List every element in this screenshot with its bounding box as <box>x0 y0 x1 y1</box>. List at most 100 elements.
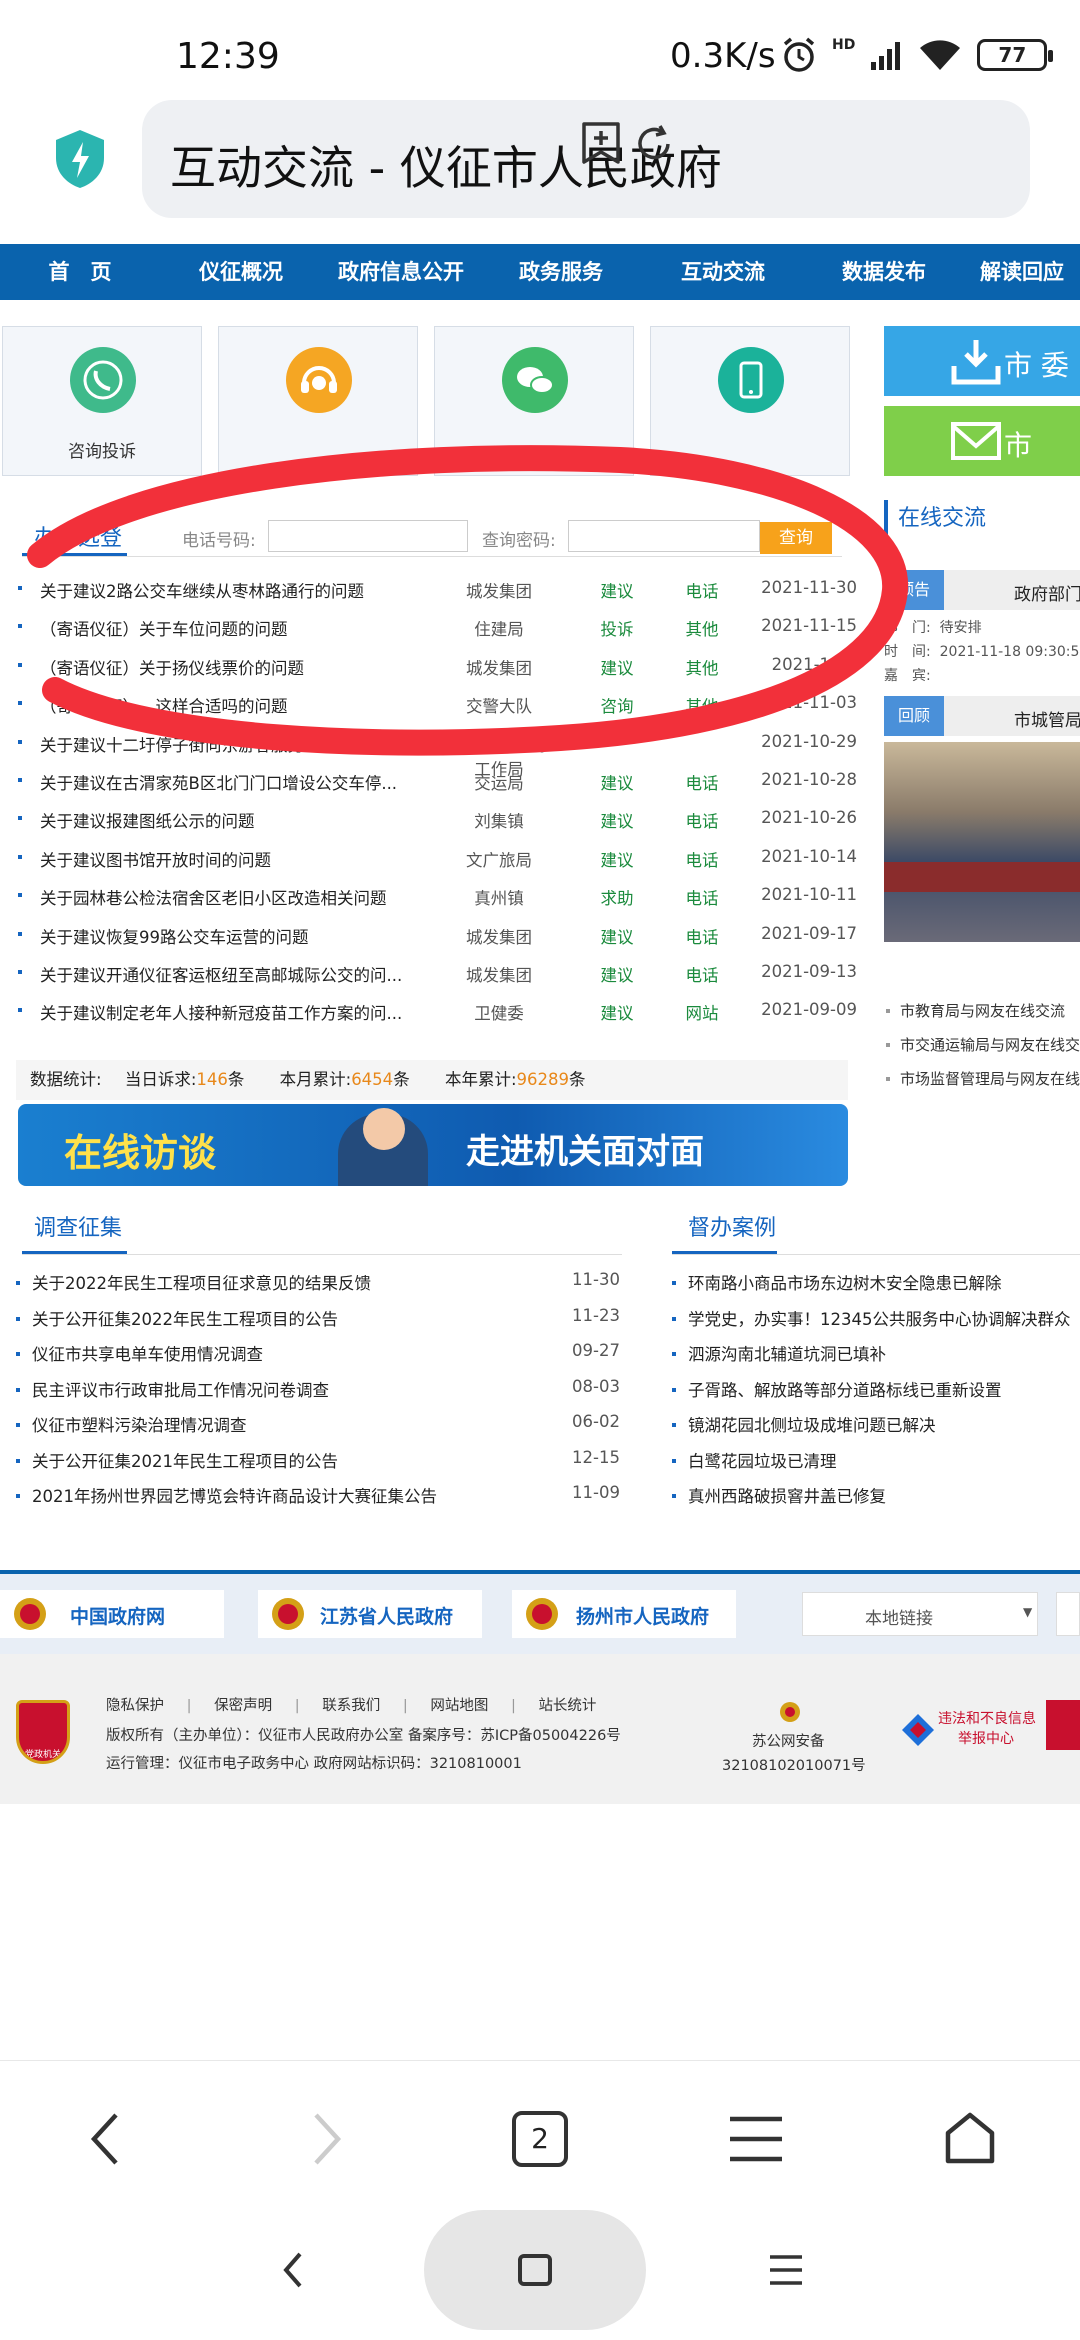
address-bar[interactable]: 互动交流 - 仪征市人民政府 <box>142 100 1030 218</box>
row-date: 2021-10-28 <box>761 770 857 789</box>
link-china-gov[interactable]: 中国政府网 <box>0 1590 224 1638</box>
privacy-link[interactable]: 隐私保护 <box>106 1698 164 1714</box>
confidentiality-link[interactable]: 保密声明 <box>214 1698 272 1714</box>
row-channel: 电话 <box>685 812 719 832</box>
system-back-icon[interactable] <box>282 2250 304 2290</box>
list-item[interactable]: 市教育局与网友在线交流 <box>886 1000 1065 1021</box>
table-row[interactable]: 关于建议报建图纸公示的问题 刘集镇 建议 电话 2021-10-26 <box>12 808 857 846</box>
list-item[interactable]: 泗源沟南北辅道坑洞已填补 <box>672 1341 1080 1365</box>
table-row[interactable]: 关于建议制定老年人接种新冠疫苗工作方案的问... 卫健委 建议 网站 2021-09-0… <box>12 1000 857 1038</box>
back-icon[interactable] <box>88 2111 124 2167</box>
other-links-select[interactable] <box>1056 1592 1080 1636</box>
nav-interpretation[interactable]: 解读回应 <box>964 244 1080 300</box>
table-row[interactable]: 关于园林巷公检法宿舍区老旧小区改造相关问题 真州镇 求助 电话 2021-10-11 <box>12 885 857 923</box>
sitemap-link[interactable]: 网站地图 <box>430 1698 488 1714</box>
police-record-number[interactable]: 32108102010071号 <box>722 1754 866 1775</box>
row-title[interactable]: 关于建议图书馆开放时间的问题 <box>40 847 440 871</box>
survey-section-title[interactable]: 调查征集 <box>34 1210 122 1242</box>
online-interview-banner[interactable]: 在线访谈 走进机关面对面 <box>18 1104 848 1186</box>
list-item[interactable]: 关于2022年民生工程项目征求意见的结果反馈 <box>16 1270 371 1294</box>
operations-text: 运行管理：仪征市电子政务中心 政府网站标识码：3210810001 <box>106 1756 522 1772</box>
list-item[interactable]: 镜湖花园北侧垃圾成堆问题已解决 <box>672 1412 1080 1436</box>
row-title[interactable]: 关于建议在古渭家苑B区北门门口增设公交车停... <box>40 770 440 794</box>
item-date: 09-27 <box>572 1341 620 1360</box>
row-dept: 交运局 <box>474 774 524 793</box>
system-menu-icon[interactable] <box>768 2254 804 2286</box>
table-row[interactable]: 关于建议图书馆开放时间的问题 文广旅局 建议 电话 2021-10-14 <box>12 847 857 885</box>
link-yangzhou-gov[interactable]: 扬州市人民政府 <box>512 1590 736 1638</box>
tabs-button[interactable]: 2 <box>512 2111 568 2167</box>
row-type: 建议 <box>600 774 634 793</box>
bullet <box>18 1008 22 1013</box>
nav-home[interactable]: 首 页 <box>0 244 160 300</box>
row-channel: 网站 <box>685 1004 719 1024</box>
list-item[interactable]: 市交通运输局与网友在线交 <box>886 1034 1080 1055</box>
bullet <box>18 854 22 859</box>
list-item[interactable]: 子胥路、解放路等部分道路标线已重新设置 <box>672 1377 1080 1401</box>
survey-title-text: 调查征集 <box>34 1216 123 1241</box>
row-title[interactable]: 关于建议恢复99路公交车运营的问题 <box>40 924 440 948</box>
nav-overview[interactable]: 仪征概况 <box>160 244 322 300</box>
police-badge-icon <box>780 1702 800 1722</box>
mail-icon <box>951 422 1001 460</box>
local-links-select[interactable]: 本地链接 ▼ <box>802 1592 1038 1636</box>
refresh-icon[interactable] <box>632 122 676 166</box>
row-title[interactable]: 关于建议报建图纸公示的问题 <box>40 808 440 832</box>
row-type: 建议 <box>600 850 634 870</box>
cases-section-title[interactable]: 督办案例 <box>688 1210 776 1242</box>
separator: | <box>294 1698 300 1714</box>
today-count: 146 <box>196 1070 228 1089</box>
party-gov-badge[interactable]: 党政机关 <box>16 1700 70 1764</box>
system-home-pill[interactable] <box>424 2210 646 2330</box>
photo-desk <box>884 862 1080 892</box>
nav-interaction[interactable]: 互动交流 <box>642 244 804 300</box>
link-text: 江苏省人民政府 <box>320 1606 454 1628</box>
dept-value: 待安排 <box>939 620 982 636</box>
item-text: 2021年扬州世界园艺博览会特许商品设计大赛征集公告 <box>32 1487 437 1506</box>
row-dept: 刘集镇 <box>474 812 524 832</box>
police-record-label[interactable]: 苏公网安备 <box>752 1730 825 1751</box>
add-bookmark-icon[interactable] <box>580 120 622 166</box>
table-row[interactable]: 关于建议开通仪征客运枢纽至高邮城际公交的问... 城发集团 建议 电话 2021-09-… <box>12 962 857 1000</box>
row-title[interactable]: 关于建议制定老年人接种新冠疫苗工作方案的问... <box>40 1000 440 1024</box>
nav-services[interactable]: 政务服务 <box>480 244 642 300</box>
table-row[interactable]: 关于建议恢复99路公交车运营的问题 城发集团 建议 电话 2021-09-17 <box>12 924 857 962</box>
menu-icon[interactable] <box>728 2115 784 2163</box>
list-item[interactable]: 白鹭花园垃圾已清理 <box>672 1448 1080 1472</box>
browser-toolbar: 2 <box>0 2060 1080 2220</box>
bullet <box>16 1494 20 1498</box>
home-icon[interactable] <box>942 2111 998 2167</box>
separator: | <box>186 1698 192 1714</box>
forward-icon[interactable] <box>308 2111 344 2167</box>
list-item[interactable]: 市场监督管理局与网友在线 <box>886 1068 1080 1089</box>
meeting-photo[interactable] <box>884 742 1080 942</box>
list-item[interactable]: 关于公开征集2021年民生工程项目的公告 <box>16 1448 338 1472</box>
item-text: 环南路小商品市场东边树木安全隐患已解除 <box>688 1274 1002 1293</box>
bullet <box>886 1043 890 1047</box>
security-shield-icon[interactable] <box>52 128 108 190</box>
row-title[interactable]: 关于建议开通仪征客运枢纽至高邮城际公交的问... <box>40 962 440 986</box>
list-item[interactable]: 环南路小商品市场东边树木安全隐患已解除 <box>672 1270 1080 1294</box>
item-date: 12-15 <box>572 1447 620 1467</box>
error-report-icon[interactable] <box>1046 1700 1080 1750</box>
mailbox-secretary-button[interactable]: 市 委 <box>884 326 1080 396</box>
list-item[interactable]: 关于公开征集2022年民生工程项目的公告 <box>16 1306 338 1330</box>
table-row[interactable]: 关于建议在古渭家苑B区北门门口增设公交车停... 交运局 建议 电话 2021-10-2… <box>12 770 857 808</box>
nav-data[interactable]: 数据发布 <box>804 244 964 300</box>
nav-gov-info[interactable]: 政府信息公开 <box>322 244 480 300</box>
link-jiangsu-gov[interactable]: 江苏省人民政府 <box>258 1590 482 1638</box>
stats-link[interactable]: 站长统计 <box>538 1698 596 1714</box>
item-text: 关于公开征集2021年民生工程项目的公告 <box>32 1451 338 1471</box>
title-underline <box>22 1251 127 1254</box>
year-count: 96289 <box>516 1070 570 1089</box>
list-item[interactable]: 2021年扬州世界园艺博览会特许商品设计大赛征集公告 <box>16 1483 437 1507</box>
row-title[interactable]: 关于园林巷公检法宿舍区老旧小区改造相关问题 <box>40 885 440 909</box>
link-text: 扬州市人民政府 <box>576 1606 710 1628</box>
list-item[interactable]: 仪征市塑料污染治理情况调查 <box>16 1412 247 1436</box>
list-item[interactable]: 真州西路破损窨井盖已修复 <box>672 1483 1080 1507</box>
list-item[interactable]: 学党史，办实事！12345公共服务中心协调解决群众 <box>672 1306 1080 1330</box>
list-item[interactable]: 民主评议市行政审批局工作情况问卷调查 <box>16 1377 329 1401</box>
contact-link[interactable]: 联系我们 <box>322 1698 380 1714</box>
row-dept: 文广旅局 <box>466 850 532 870</box>
list-item[interactable]: 仪征市共享电单车使用情况调查 <box>16 1341 263 1365</box>
